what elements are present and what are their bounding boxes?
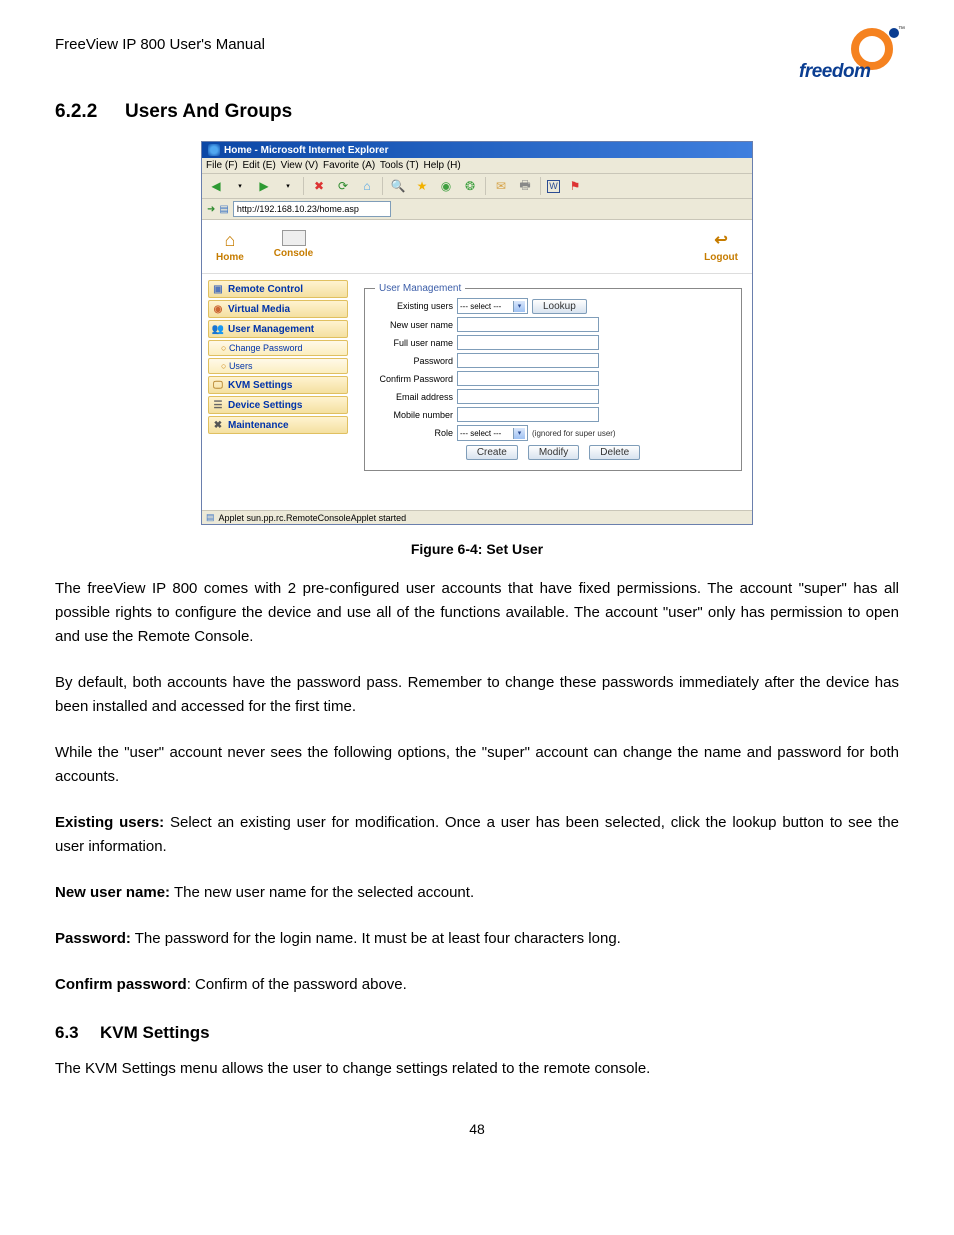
menu-favorite[interactable]: Favorite (A) (323, 160, 375, 171)
modify-button[interactable]: Modify (528, 445, 579, 460)
label-mobile: Mobile number (375, 410, 453, 420)
chevron-down-icon: ▾ (513, 301, 525, 312)
label-email: Email address (375, 392, 453, 402)
confirm-password-input[interactable] (457, 371, 599, 386)
full-user-input[interactable] (457, 335, 599, 350)
paragraph: The KVM Settings menu allows the user to… (55, 1057, 899, 1081)
print-icon[interactable]: 🖶 (516, 177, 534, 195)
lookup-button[interactable]: Lookup (532, 299, 587, 314)
monitor-icon: ▣ (212, 283, 224, 295)
home-icon: ⌂ (218, 230, 242, 250)
paragraph: New user name: The new user name for the… (55, 881, 899, 905)
sidebar-sub-users[interactable]: ○ Users (208, 358, 348, 374)
console-icon (282, 230, 306, 246)
menu-file[interactable]: File (F) (206, 160, 238, 171)
refresh-icon[interactable]: ⟳ (334, 177, 352, 195)
label-new-user: New user name (375, 320, 453, 330)
display-icon: 🖵 (212, 379, 224, 391)
label-full-user: Full user name (375, 338, 453, 348)
paragraph: Password: The password for the login nam… (55, 927, 899, 951)
wrench-icon: ✖ (212, 419, 224, 431)
label-existing-users: Existing users (375, 301, 453, 311)
page-icon: ▤ (219, 204, 228, 215)
address-input[interactable]: http://192.168.10.23/home.asp (233, 201, 391, 217)
messenger-icon[interactable]: ⚑ (566, 177, 584, 195)
paragraph: The freeView IP 800 comes with 2 pre-con… (55, 577, 899, 649)
addressbar: ➜ ▤ http://192.168.10.23/home.asp (202, 199, 752, 220)
sidebar-item-virtual-media[interactable]: ◉ Virtual Media (208, 300, 348, 318)
mail-icon[interactable]: ✉ (492, 177, 510, 195)
section-heading-622: 6.2.2Users And Groups (55, 101, 899, 123)
media-icon[interactable]: ◉ (437, 177, 455, 195)
mobile-input[interactable] (457, 407, 599, 422)
menu-tools[interactable]: Tools (T) (380, 160, 419, 171)
paragraph: Confirm password: Confirm of the passwor… (55, 973, 899, 997)
logo-text: freedom (799, 61, 870, 83)
sidebar-sub-change-password[interactable]: ○ Change Password (208, 340, 348, 356)
forward-icon[interactable]: ▶ (255, 177, 273, 195)
logout-icon: ↩ (709, 230, 733, 250)
menu-help[interactable]: Help (H) (424, 160, 461, 171)
device-icon: ☰ (212, 399, 224, 411)
user-management-panel: User Management Existing users --- selec… (354, 274, 752, 510)
app-top-nav: ⌂ Home Console ↩ Logout (202, 220, 752, 274)
statusbar: ▤ Applet sun.pp.rc.RemoteConsoleApplet s… (202, 510, 752, 524)
go-icon[interactable]: ➜ (207, 204, 215, 215)
role-select[interactable]: --- select --- ▾ (457, 425, 528, 441)
ie-icon (208, 144, 220, 156)
label-password: Password (375, 356, 453, 366)
screenshot-figure: Home - Microsoft Internet Explorer File … (201, 141, 753, 525)
search-icon[interactable]: 🔍 (389, 177, 407, 195)
history-icon[interactable]: ❂ (461, 177, 479, 195)
window-menubar: File (F) Edit (E) View (V) Favorite (A) … (202, 158, 752, 174)
chevron-down-icon: ▾ (513, 428, 525, 439)
email-input[interactable] (457, 389, 599, 404)
section-heading-63: 6.3KVM Settings (55, 1023, 899, 1043)
sidebar-item-user-management[interactable]: 👥 User Management (208, 320, 348, 338)
create-button[interactable]: Create (466, 445, 518, 460)
role-hint: (ignored for super user) (532, 429, 616, 438)
sidebar-item-kvm-settings[interactable]: 🖵 KVM Settings (208, 376, 348, 394)
paragraph: While the "user" account never sees the … (55, 741, 899, 789)
new-user-input[interactable] (457, 317, 599, 332)
nav-logout[interactable]: ↩ Logout (704, 230, 738, 263)
window-title: Home - Microsoft Internet Explorer (224, 145, 388, 156)
browser-toolbar: ◀ ▾ ▶ ▾ ✖ ⟳ ⌂ 🔍 ★ ◉ ❂ ✉ 🖶 W ⚑ (202, 174, 752, 199)
paragraph: By default, both accounts have the passw… (55, 671, 899, 719)
figure-caption: Figure 6-4: Set User (55, 541, 899, 557)
doc-header: FreeView IP 800 User's Manual (55, 36, 265, 53)
disk-icon: ◉ (212, 303, 224, 315)
nav-home[interactable]: ⌂ Home (216, 230, 244, 263)
back-icon[interactable]: ◀ (207, 177, 225, 195)
password-input[interactable] (457, 353, 599, 368)
sidebar: ▣ Remote Control ◉ Virtual Media 👥 User … (202, 274, 354, 510)
paragraph: Existing users: Select an existing user … (55, 811, 899, 859)
favorites-icon[interactable]: ★ (413, 177, 431, 195)
existing-users-select[interactable]: --- select --- ▾ (457, 298, 528, 314)
menu-edit[interactable]: Edit (E) (242, 160, 275, 171)
home-icon[interactable]: ⌂ (358, 177, 376, 195)
word-icon[interactable]: W (547, 180, 560, 193)
users-icon: 👥 (212, 323, 224, 335)
nav-console[interactable]: Console (274, 230, 313, 263)
status-text: Applet sun.pp.rc.RemoteConsoleApplet sta… (219, 513, 407, 523)
sidebar-item-maintenance[interactable]: ✖ Maintenance (208, 416, 348, 434)
page-icon: ▤ (206, 512, 215, 523)
menu-view[interactable]: View (V) (281, 160, 319, 171)
page-number: 48 (55, 1121, 899, 1137)
panel-legend: User Management (375, 283, 465, 294)
trademark-symbol: ™ (898, 26, 905, 33)
window-titlebar: Home - Microsoft Internet Explorer (202, 142, 752, 158)
dropdown-icon[interactable]: ▾ (279, 177, 297, 195)
delete-button[interactable]: Delete (589, 445, 640, 460)
sidebar-item-device-settings[interactable]: ☰ Device Settings (208, 396, 348, 414)
stop-icon[interactable]: ✖ (310, 177, 328, 195)
brand-logo: ™ freedom (799, 28, 899, 83)
label-role: Role (375, 428, 453, 438)
label-confirm-password: Confirm Password (375, 374, 453, 384)
sidebar-item-remote-control[interactable]: ▣ Remote Control (208, 280, 348, 298)
dropdown-icon[interactable]: ▾ (231, 177, 249, 195)
